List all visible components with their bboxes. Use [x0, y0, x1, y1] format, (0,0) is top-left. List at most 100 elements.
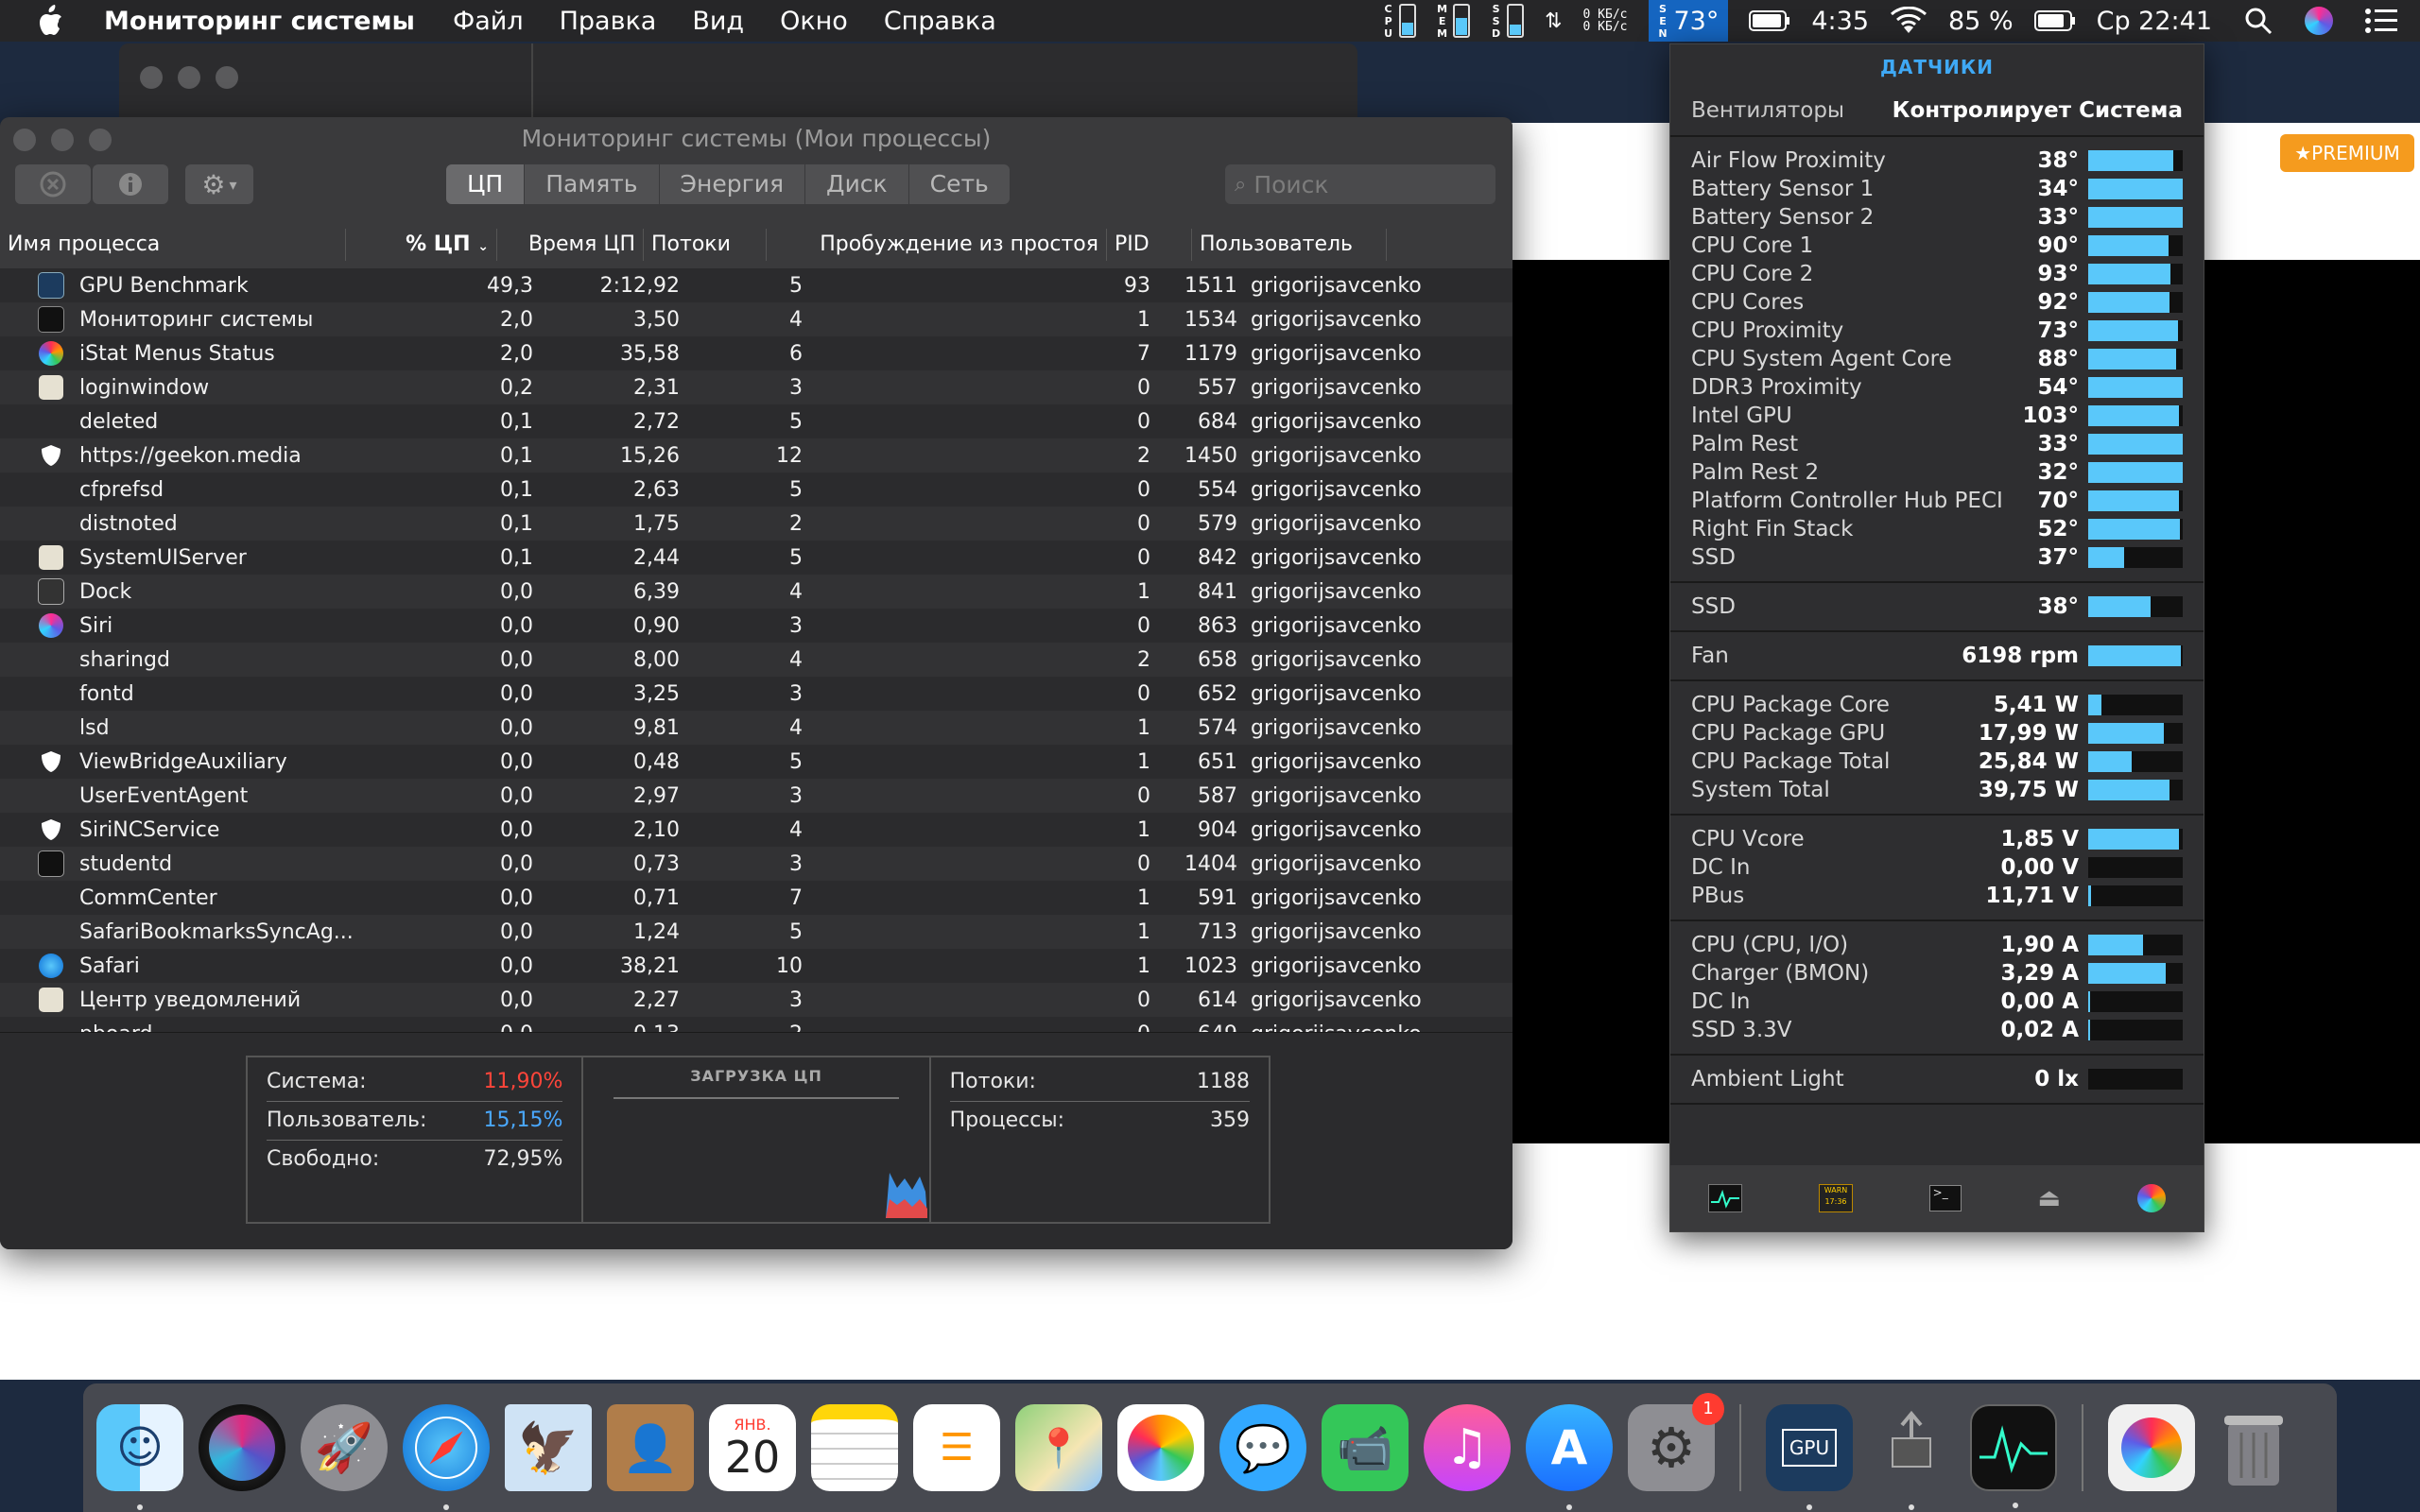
- sensor-row[interactable]: Intel GPU 103°: [1670, 402, 2204, 430]
- bg-zoom-button[interactable]: [216, 66, 238, 89]
- facetime-icon[interactable]: 📹: [1322, 1404, 1409, 1491]
- sensor-row[interactable]: DC In 0,00 A: [1670, 988, 2204, 1016]
- table-row[interactable]: Dock 0,0 6,39 4 1 841 grigorijsavcenko: [0, 575, 1512, 609]
- mail-icon[interactable]: 🦅: [505, 1404, 592, 1491]
- sensor-row[interactable]: CPU Package Core 5,41 W: [1670, 691, 2204, 719]
- table-row[interactable]: SystemUIServer 0,1 2,44 5 0 842 grigorijsavcen…: [0, 541, 1512, 575]
- table-row[interactable]: SafariBookmarksSyncAg... 0,0 1,24 5 1 713 grig…: [0, 915, 1512, 949]
- sensor-row[interactable]: CPU Vcore 1,85 V: [1670, 825, 2204, 853]
- sensor-row[interactable]: PBus 11,71 V: [1670, 882, 2204, 910]
- col-pid[interactable]: PID: [1107, 229, 1192, 261]
- disk-utility-shortcut-icon[interactable]: ⏏: [2037, 1184, 2061, 1212]
- menu-view[interactable]: Вид: [692, 7, 744, 36]
- menubar-app-name[interactable]: Мониторинг системы: [104, 7, 415, 36]
- menu-edit[interactable]: Правка: [560, 7, 657, 36]
- menu-window[interactable]: Окно: [780, 7, 848, 36]
- table-row[interactable]: loginwindow 0,2 2,31 3 0 557 grigorijsavcenko: [0, 370, 1512, 404]
- sensor-row[interactable]: CPU Package Total 25,84 W: [1670, 747, 2204, 776]
- inspect-process-button[interactable]: [93, 164, 168, 204]
- activity-monitor-dock-icon[interactable]: [1970, 1404, 2057, 1508]
- istat-ssd-widget[interactable]: SSD: [1490, 3, 1525, 40]
- istat-cpu-widget[interactable]: CPU: [1382, 3, 1417, 40]
- trash-icon[interactable]: [2210, 1404, 2297, 1491]
- tab-energy[interactable]: Энергия: [660, 164, 806, 204]
- table-row[interactable]: deleted 0,1 2,72 5 0 684 grigorijsavcenko: [0, 404, 1512, 438]
- sensor-row[interactable]: Charger (BMON) 3,29 A: [1670, 959, 2204, 988]
- finder-icon[interactable]: ☺: [96, 1404, 183, 1510]
- siri-dock-icon[interactable]: [199, 1404, 285, 1491]
- table-row[interactable]: CommCenter 0,0 0,71 7 1 591 grigorijsavcenko: [0, 881, 1512, 915]
- safari-icon[interactable]: [403, 1404, 490, 1510]
- sensor-row[interactable]: CPU Core 2 93°: [1670, 260, 2204, 288]
- table-row[interactable]: distnoted 0,1 1,75 2 0 579 grigorijsavcenko: [0, 507, 1512, 541]
- sensor-row[interactable]: Air Flow Proximity 38°: [1670, 146, 2204, 175]
- sensor-row[interactable]: DDR3 Proximity 54°: [1670, 373, 2204, 402]
- istat-network-widget[interactable]: 0 КБ/с 0 КБ/с: [1583, 9, 1628, 33]
- messages-icon[interactable]: 💬: [1219, 1404, 1306, 1491]
- battery-icon[interactable]: [2033, 10, 2076, 31]
- calendar-icon[interactable]: ЯНВ. 20: [709, 1404, 796, 1491]
- sensor-row[interactable]: DC In 0,00 V: [1670, 853, 2204, 882]
- table-row[interactable]: UserEventAgent 0,0 2,97 3 0 587 grigorijsavcen…: [0, 779, 1512, 813]
- search-field[interactable]: ⌕ Поиск: [1225, 164, 1495, 204]
- col-process-name[interactable]: Имя процесса: [0, 229, 346, 261]
- table-row[interactable]: SiriNCService 0,0 2,10 4 1 904 grigorijsavcenk…: [0, 813, 1512, 847]
- table-row[interactable]: studentd 0,0 0,73 3 0 1404 grigorijsavcenko: [0, 847, 1512, 881]
- bg-minimize-button[interactable]: [178, 66, 200, 89]
- tab-memory[interactable]: Память: [525, 164, 660, 204]
- launchpad-icon[interactable]: 🚀: [301, 1404, 388, 1491]
- sensor-row[interactable]: CPU Package GPU 17,99 W: [1670, 719, 2204, 747]
- battery-small-icon[interactable]: [1749, 10, 1790, 31]
- disk-utility-dock-icon[interactable]: [1868, 1404, 1955, 1510]
- sensor-row[interactable]: System Total 39,75 W: [1670, 776, 2204, 804]
- photos-icon[interactable]: [1117, 1404, 1204, 1491]
- table-row[interactable]: Центр уведомлений 0,0 2,27 3 0 614 grigorijsav…: [0, 983, 1512, 1017]
- sensor-row[interactable]: CPU Cores 92°: [1670, 288, 2204, 317]
- activity-monitor-shortcut-icon[interactable]: [1708, 1184, 1743, 1212]
- tab-network[interactable]: Сеть: [909, 164, 1010, 204]
- table-row[interactable]: GPU Benchmark 49,3 2:12,92 5 93 1511 grigorijs…: [0, 268, 1512, 302]
- table-row[interactable]: sharingd 0,0 8,00 4 2 658 grigorijsavcenko: [0, 643, 1512, 677]
- table-row[interactable]: iStat Menus Status 2,0 35,58 6 7 1179 grigorij…: [0, 336, 1512, 370]
- action-menu-button[interactable]: ⚙ ▾: [185, 164, 253, 204]
- sensor-row[interactable]: SSD 37°: [1670, 543, 2204, 572]
- istat-dock-icon[interactable]: [2108, 1404, 2195, 1491]
- console-shortcut-icon[interactable]: WARN 17:36: [1819, 1184, 1853, 1212]
- sensor-row[interactable]: Battery Sensor 2 33°: [1670, 203, 2204, 232]
- spotlight-search-icon[interactable]: [2244, 7, 2273, 35]
- sensor-row[interactable]: SSD 38°: [1670, 593, 2204, 621]
- col-cpu-percent[interactable]: % ЦП ⌄: [346, 229, 497, 261]
- table-row[interactable]: Safari 0,0 38,21 10 1 1023 grigorijsavcenko: [0, 949, 1512, 983]
- sensor-row[interactable]: Battery Sensor 1 34°: [1670, 175, 2204, 203]
- sensor-row[interactable]: Right Fin Stack 52°: [1670, 515, 2204, 543]
- fans-row[interactable]: Вентиляторы Контролирует Система: [1670, 86, 2204, 137]
- maps-icon[interactable]: 📍: [1015, 1404, 1102, 1491]
- sensor-row[interactable]: Palm Rest 2 32°: [1670, 458, 2204, 487]
- table-row[interactable]: lsd 0,0 9,81 4 1 574 grigorijsavcenko: [0, 711, 1512, 745]
- table-row[interactable]: Siri 0,0 0,90 3 0 863 grigorijsavcenko: [0, 609, 1512, 643]
- app-store-icon[interactable]: A: [1526, 1404, 1613, 1510]
- sensor-row[interactable]: CPU Core 1 90°: [1670, 232, 2204, 260]
- istat-sensors-widget[interactable]: SEN 73°: [1648, 0, 1729, 42]
- premium-button[interactable]: ★PREMIUM: [2280, 134, 2414, 172]
- sensor-row[interactable]: Ambient Light 0 lx: [1670, 1065, 2204, 1093]
- table-row[interactable]: pboard0,00,1320649grigorijsavcenko: [0, 1017, 1512, 1032]
- sensor-row[interactable]: CPU System Agent Core 88°: [1670, 345, 2204, 373]
- menu-file[interactable]: Файл: [453, 7, 524, 36]
- sensor-row[interactable]: Fan 6198 rpm: [1670, 642, 2204, 670]
- sensor-row[interactable]: Platform Controller Hub PECI 70°: [1670, 487, 2204, 515]
- sensor-row[interactable]: SSD 3.3V 0,02 A: [1670, 1016, 2204, 1044]
- notes-icon[interactable]: [811, 1404, 898, 1491]
- table-row[interactable]: https://geekon.media 0,1 15,26 12 2 1450 grigo…: [0, 438, 1512, 472]
- itunes-icon[interactable]: ♫: [1424, 1404, 1511, 1491]
- table-row[interactable]: fontd 0,0 3,25 3 0 652 grigorijsavcenko: [0, 677, 1512, 711]
- bg-close-button[interactable]: [140, 66, 163, 89]
- col-user[interactable]: Пользователь: [1192, 229, 1387, 261]
- tab-cpu[interactable]: ЦП: [446, 164, 526, 204]
- col-wakeups[interactable]: Пробуждение из простоя: [767, 229, 1107, 261]
- apple-icon[interactable]: [36, 5, 78, 37]
- reminders-icon[interactable]: ☰: [913, 1404, 1000, 1491]
- siri-icon[interactable]: [2305, 7, 2333, 35]
- system-preferences-icon[interactable]: ⚙ 1: [1628, 1393, 1724, 1491]
- notification-center-icon[interactable]: [2365, 8, 2397, 34]
